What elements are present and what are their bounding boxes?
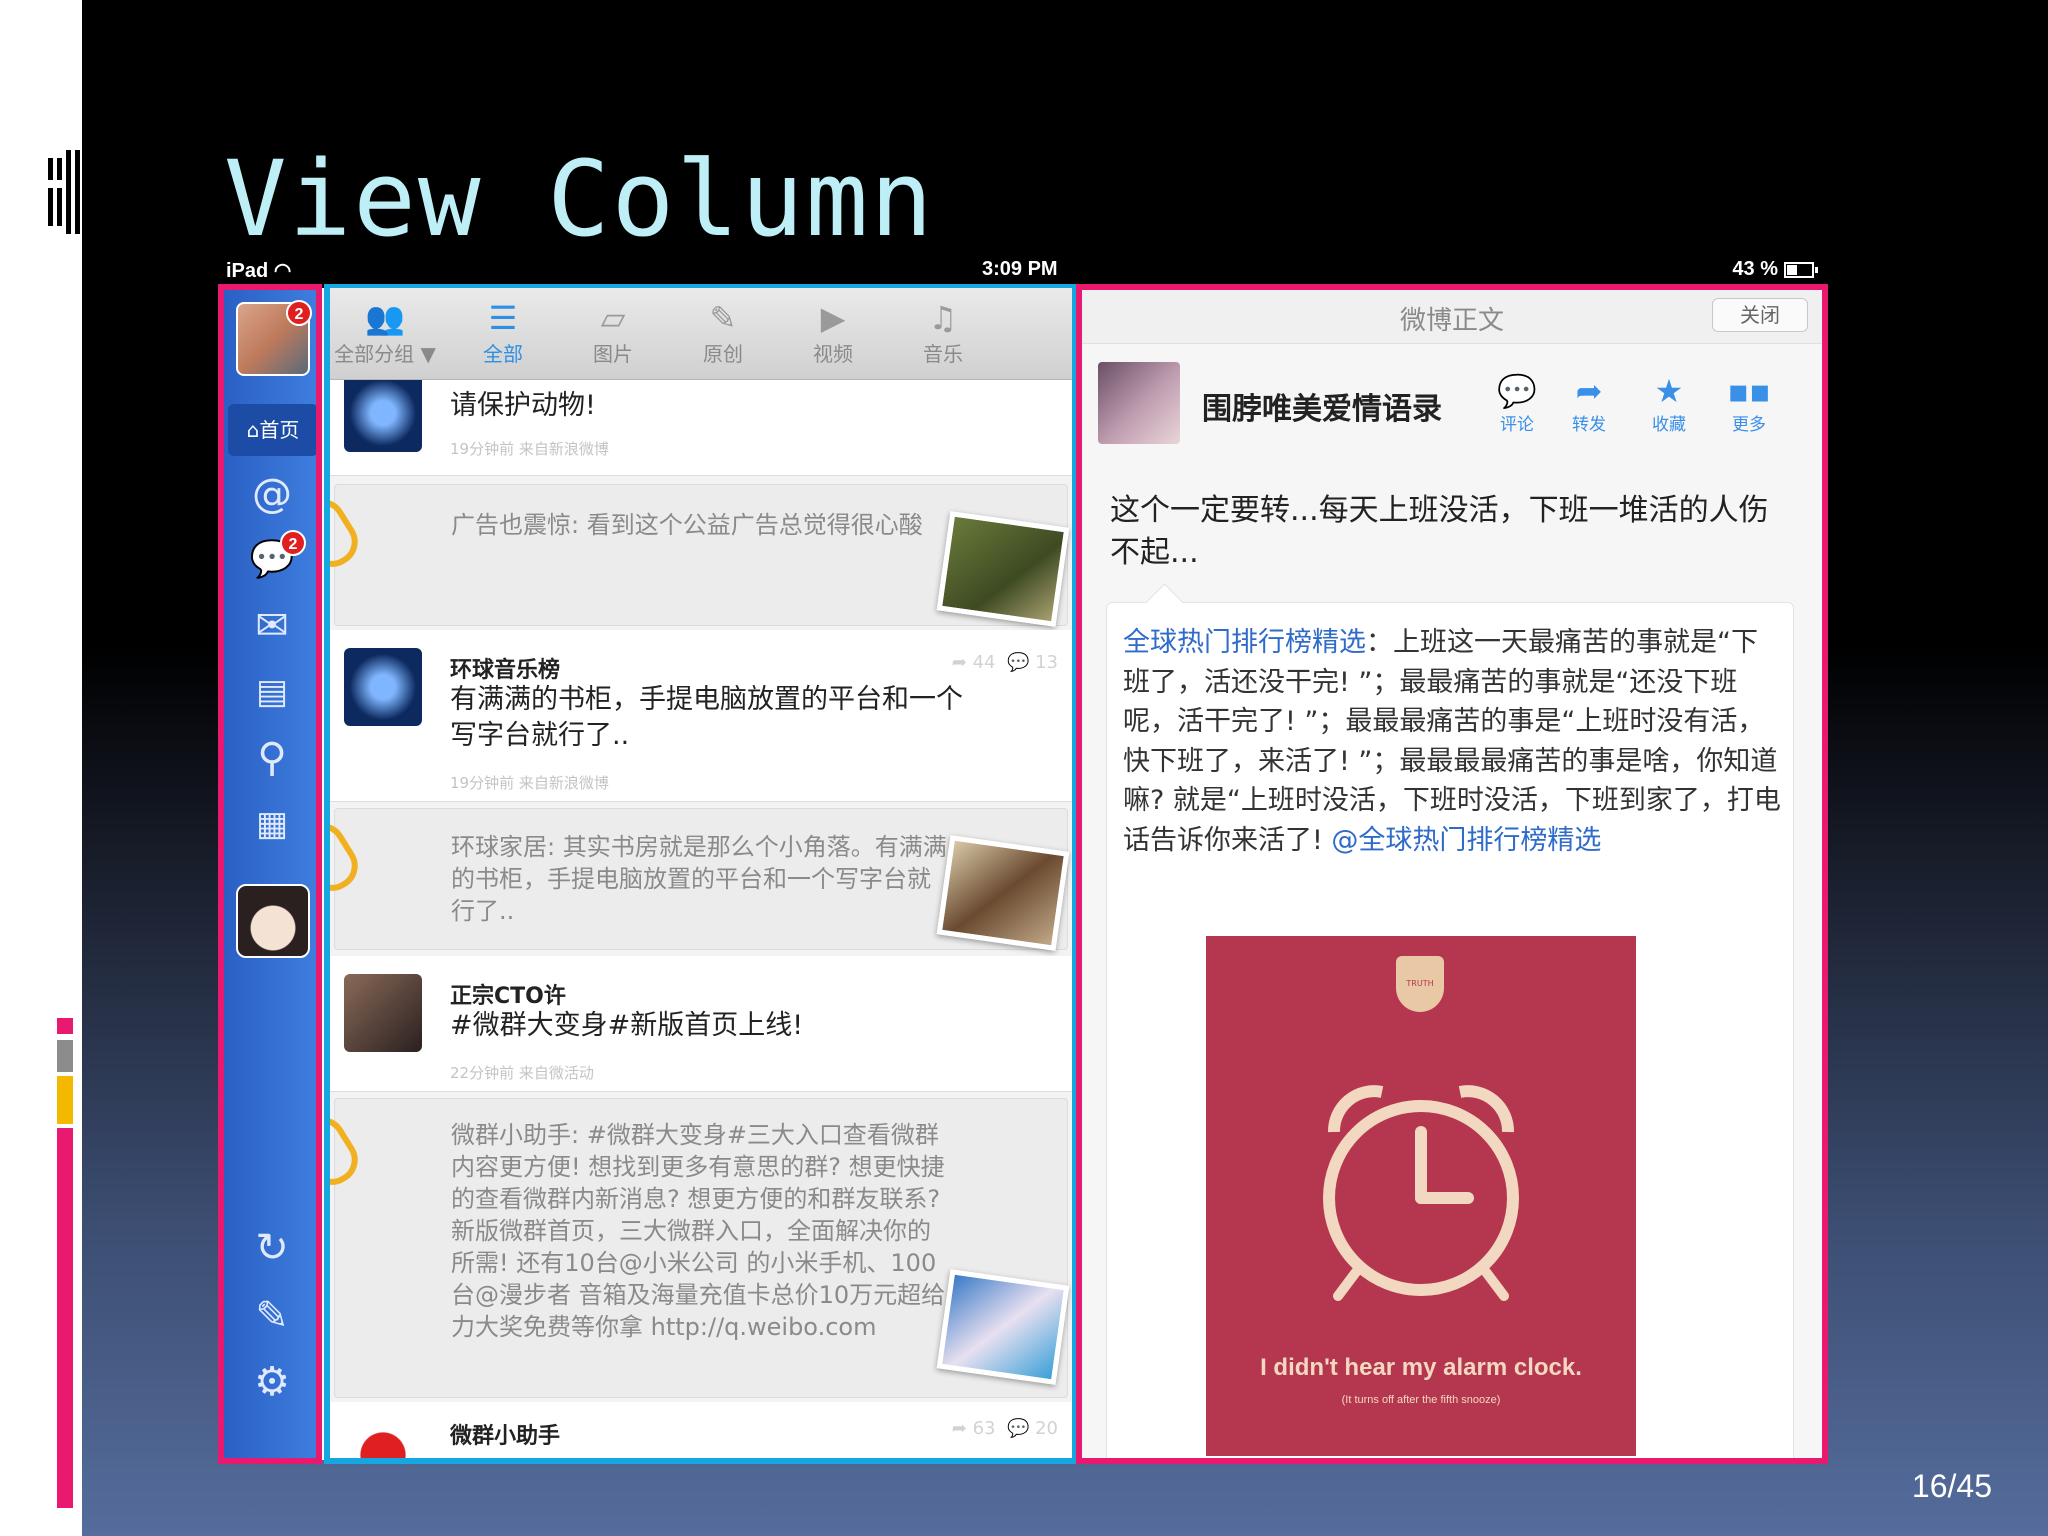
page-number: 16/45 [1911, 1468, 1992, 1504]
post-meta: 22分钟前 来自微活动 [450, 1064, 594, 1082]
post-stats: ➦ 44 💬 13 [951, 652, 1058, 673]
search-icon[interactable]: ⚲ [248, 734, 296, 782]
tab-groups[interactable]: 👥 全部分组 ▼ [330, 298, 440, 367]
nav-home-button[interactable]: ⌂首页 [228, 404, 318, 456]
timeline-panel: 👥 全部分组 ▼ ☰ 全部 ▱ 图片 ✎ 原创 ▶ 视频 ♫ 音乐 请保护动物! 19分钟前… [330, 288, 1072, 1460]
apps-icon[interactable]: ▦ [248, 800, 296, 848]
author-avatar[interactable] [1098, 362, 1180, 444]
slide-title: View Column [224, 138, 935, 260]
timeline-post[interactable]: 正宗CTO许 #微群大变身#新版首页上线! 22分钟前 来自微活动 [330, 956, 1072, 1092]
list-icon: ☰ [488, 299, 518, 337]
slide-decoration-line [22, 226, 62, 234]
quoted-author-link[interactable]: 全球热门排行榜精选 [1123, 627, 1366, 658]
tab-video[interactable]: ▶ 视频 [778, 298, 888, 367]
quoted-text: 环球家居: 其实书房就是那么个小角落。有满满的书柜，手提电脑放置的平台和一个写字… [451, 833, 947, 925]
music-note-icon: ♫ [928, 299, 958, 337]
repost-icon: ➦ [1575, 372, 1603, 410]
home-icon: ⌂ [246, 418, 260, 442]
at-icon[interactable]: @ [248, 470, 296, 518]
quoted-image[interactable] [936, 511, 1070, 627]
refresh-icon[interactable]: ↻ [248, 1224, 296, 1272]
alarm-clock-icon [1323, 1085, 1519, 1301]
comment-icon: 💬 [1006, 1418, 1030, 1439]
profile-thumbnail[interactable] [236, 884, 310, 958]
author-name[interactable]: 微群小助手 [450, 1418, 560, 1450]
comments-badge: 2 [280, 530, 306, 556]
more-button[interactable]: ▪▪ 更多 [1714, 372, 1784, 435]
post-stats: ➦ 63 💬 20 [951, 1418, 1058, 1439]
detail-header: 微博正文 关闭 [1082, 288, 1822, 344]
post-text: #微群大变身#新版首页上线! [450, 1010, 804, 1041]
slide-decoration [44, 150, 82, 234]
post-meta: 19分钟前 来自新浪微博 [450, 774, 609, 792]
post-image[interactable]: TRUTH BEHIND LIES I didn't hear my alarm… [1206, 936, 1636, 1456]
device-label: iPad ◠ [226, 260, 292, 282]
battery-status: 43 % [1732, 258, 1818, 281]
comment-button[interactable]: 💬 评论 [1482, 372, 1552, 435]
post-text: 有满满的书柜，手提电脑放置的平台和一个写字台就行了.. [450, 684, 963, 751]
repost-button[interactable]: ➦ 转发 [1554, 372, 1624, 435]
slide-accent-bar [57, 1040, 73, 1072]
post-body: 这个一定要转...每天上班没活，下班一堆活的人伤不起... [1110, 493, 1769, 570]
tab-original[interactable]: ✎ 原创 [668, 298, 778, 367]
filter-toolbar: 👥 全部分组 ▼ ☰ 全部 ▱ 图片 ✎ 原创 ▶ 视频 ♫ 音乐 [330, 288, 1072, 380]
picture-icon: ▱ [600, 299, 626, 337]
author-avatar[interactable] [344, 974, 422, 1052]
quoted-post[interactable]: 环球家居: 其实书房就是那么个小角落。有满满的书柜，手提电脑放置的平台和一个写字… [334, 808, 1070, 951]
mail-icon[interactable]: ✉ [248, 602, 296, 650]
quoted-image[interactable] [936, 1269, 1070, 1385]
quoted-text: 微群小助手: #微群大变身#三大入口查看微群内容更方便! 想找到更多有意思的群?… [451, 1121, 946, 1341]
quoted-text: 广告也震惊: 看到这个公益广告总觉得很心酸 [451, 511, 923, 539]
timeline-post[interactable]: 请保护动物! 19分钟前 来自新浪微博 [330, 374, 1072, 476]
play-icon: ▶ [820, 299, 846, 337]
slide-accent-bar [57, 1128, 73, 1508]
quoted-text: 全球热门排行榜精选：上班这一天最痛苦的事就是“下班了，活还没干完! ”；最最痛苦… [1123, 627, 1781, 856]
contact-card-icon[interactable]: ▤ [248, 668, 296, 716]
timeline-post[interactable]: 微群小助手 ➦ 63 💬 20 [330, 1402, 1072, 1460]
poster-caption: I didn't hear my alarm clock. [1260, 1354, 1582, 1381]
compose-icon[interactable]: ✎ [248, 1292, 296, 1340]
status-bar: iPad ◠ 3:09 PM 43 % [222, 256, 1822, 284]
star-icon: ★ [1654, 372, 1684, 410]
tab-all[interactable]: ☰ 全部 [448, 298, 558, 367]
post-meta: 19分钟前 来自新浪微博 [450, 440, 609, 458]
author-name[interactable]: 围脖唯美爱情语录 [1202, 384, 1442, 428]
tab-pictures[interactable]: ▱ 图片 [558, 298, 668, 367]
group-icon: 👥 [365, 299, 405, 337]
detail-panel: 微博正文 关闭 围脖唯美爱情语录 💬 评论 ➦ 转发 ★ 收藏 ▪▪ 更多 这个一定要转… [1082, 288, 1822, 1460]
left-nav: 2 ⌂首页 @ 💬 2 ✉ ▤ ⚲ ▦ ↻ ✎ ⚙ [222, 288, 322, 1460]
slide-accent-bar [57, 1076, 73, 1124]
quoted-image[interactable] [936, 835, 1070, 951]
slide-decoration-line [22, 180, 62, 188]
timeline-post[interactable]: 环球音乐榜 ➦ 44 💬 13 有满满的书柜，手提电脑放置的平台和一个写字台就行… [330, 630, 1072, 802]
status-time: 3:09 PM [982, 258, 1058, 280]
author-avatar[interactable] [344, 1416, 422, 1460]
more-icon: ▪▪ [1727, 372, 1771, 410]
author-name[interactable]: 正宗CTO许 [450, 978, 566, 1010]
comment-icon: 💬 [1006, 652, 1030, 673]
repost-icon: ➦ [951, 1418, 967, 1439]
comment-icon: 💬 [1497, 372, 1537, 410]
poster-subcaption: (It turns off after the fifth snooze) [1341, 1394, 1501, 1406]
repost-icon: ➦ [951, 652, 967, 673]
author-avatar[interactable] [344, 648, 422, 726]
quoted-post[interactable]: 微群小助手: #微群大变身#三大入口查看微群内容更方便! 想找到更多有意思的群?… [334, 1098, 1070, 1398]
close-button[interactable]: 关闭 [1712, 298, 1808, 332]
pencil-icon: ✎ [709, 299, 737, 337]
battery-icon [1784, 261, 1818, 278]
wifi-icon: ◠ [273, 260, 292, 282]
tab-music[interactable]: ♫ 音乐 [888, 298, 998, 367]
author-avatar[interactable] [344, 374, 422, 452]
author-name[interactable]: 环球音乐榜 [450, 652, 560, 684]
weibo-app: 2 ⌂首页 @ 💬 2 ✉ ▤ ⚲ ▦ ↻ ✎ ⚙ 👥 全部分组 ▼ ☰ 全部 ▱ 图… [218, 284, 1828, 1464]
favorite-button[interactable]: ★ 收藏 [1634, 372, 1704, 435]
post-text: 请保护动物! [450, 390, 596, 421]
gear-icon[interactable]: ⚙ [248, 1358, 296, 1406]
avatar-badge: 2 [286, 300, 312, 326]
slide-decoration-line [22, 150, 62, 158]
slide-accent-bar [57, 1018, 73, 1034]
quoted-post[interactable]: 广告也震惊: 看到这个公益广告总觉得很心酸 [334, 484, 1070, 627]
mention-link[interactable]: @全球热门排行榜精选 [1331, 825, 1601, 856]
detail-title: 微博正文 [1399, 306, 1504, 336]
